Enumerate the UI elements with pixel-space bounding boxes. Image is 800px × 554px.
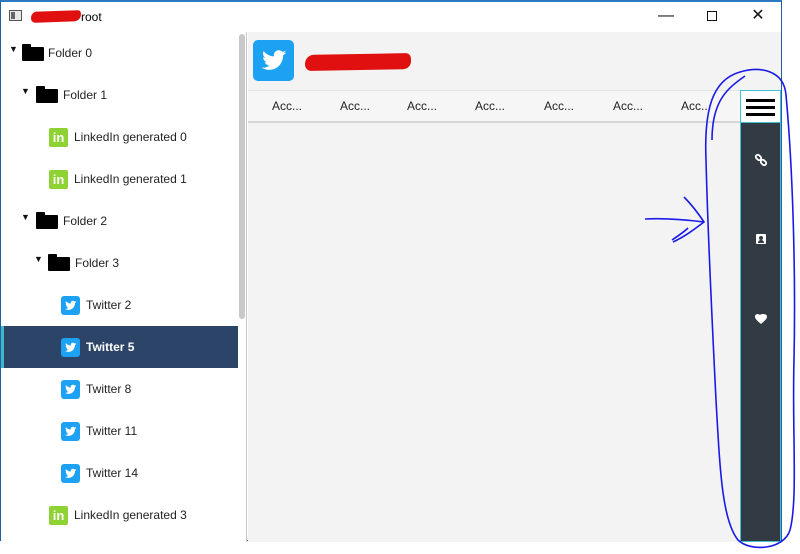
linkedin-icon: in [49,506,68,525]
twitter-icon [61,380,80,399]
close-button[interactable]: ✕ [735,2,781,31]
folder-icon [48,254,70,271]
link-icon[interactable] [751,150,771,170]
tree-item-linkedin-0[interactable]: in LinkedIn generated 0 [1,116,238,158]
folder-icon [22,44,44,61]
tree-item-twitter-2[interactable]: Twitter 2 [1,284,238,326]
account-name-redaction-scribble [304,53,412,71]
twitter-icon [61,422,80,441]
title-redaction-scribble [30,10,82,23]
twitter-logo-icon [253,40,294,81]
tree-item-folder-2[interactable]: ▼ Folder 2 [1,200,238,242]
tree-item-label: LinkedIn generated 1 [74,172,187,186]
tree-item-label: Twitter 14 [86,466,139,480]
tree-item-folder-0[interactable]: ▼ Folder 0 [1,32,238,74]
tree-item-label: Twitter 11 [86,424,138,438]
minimize-button[interactable]: — [643,2,689,31]
twitter-icon [61,296,80,315]
tree-item-label: Folder 3 [75,256,120,270]
tree-item-label: Twitter 8 [86,382,132,396]
twitter-icon [61,338,80,357]
tab-account-4[interactable]: Acc... [475,91,505,122]
tab-account-1[interactable]: Acc... [272,91,302,122]
tree-item-label: Twitter 2 [86,298,132,312]
expand-arrow-icon[interactable]: ▼ [21,212,30,222]
twitter-icon [61,464,80,483]
folder-icon [36,212,58,229]
main-panel: Acc... Acc... Acc... Acc... Acc... Acc..… [248,32,781,542]
close-icon: ✕ [751,7,765,24]
tree-item-folder-3[interactable]: ▼ Folder 3 [1,242,238,284]
tree-item-label: Folder 2 [63,214,108,228]
tree-item-label: Folder 1 [63,88,108,102]
account-header [248,32,781,90]
selection-indicator [1,326,4,368]
tab-account-5[interactable]: Acc... [544,91,574,122]
window-title: root [81,10,102,24]
folder-icon [36,86,58,103]
minimize-icon: — [658,7,674,24]
side-action-panel [740,90,781,542]
expand-arrow-icon[interactable]: ▼ [9,44,18,54]
tree-item-label: LinkedIn generated 3 [74,508,187,522]
heart-icon[interactable] [751,308,771,328]
title-bar[interactable]: root — ✕ [1,2,781,31]
tree-scrollbar[interactable] [239,34,245,319]
tab-account-2[interactable]: Acc... [340,91,370,122]
tree-item-label: LinkedIn generated 0 [74,130,187,144]
tab-account-7[interactable]: Acc... [681,91,711,122]
maximize-icon [707,10,717,21]
folder-tree[interactable]: ▼ Folder 0 ▼ Folder 1 in LinkedIn genera… [1,32,247,542]
tree-item-label: Folder 0 [48,46,93,60]
tree-item-twitter-8[interactable]: Twitter 8 [1,368,238,410]
expand-arrow-icon[interactable]: ▼ [34,254,43,264]
tree-item-twitter-14[interactable]: Twitter 14 [1,452,238,494]
tree-item-label: Twitter 5 [86,340,135,354]
expand-arrow-icon[interactable]: ▼ [21,86,30,96]
tree-item-linkedin-1[interactable]: in LinkedIn generated 1 [1,158,238,200]
tab-account-6[interactable]: Acc... [613,91,643,122]
tab-account-3[interactable]: Acc... [407,91,437,122]
linkedin-icon: in [49,128,68,147]
account-tab-bar: Acc... Acc... Acc... Acc... Acc... Acc..… [248,90,740,123]
app-window: root — ✕ ▼ Folder 0 ▼ Folder 1 in Linked… [0,0,782,542]
tree-item-linkedin-3[interactable]: in LinkedIn generated 3 [1,494,238,536]
contact-card-icon[interactable] [751,229,771,249]
linkedin-icon: in [49,170,68,189]
app-window-icon [9,10,22,21]
tree-item-twitter-11[interactable]: Twitter 11 [1,410,238,452]
hamburger-menu-icon[interactable] [741,91,780,123]
tree-item-twitter-5-selected[interactable]: Twitter 5 [1,326,238,368]
tree-item-folder-1[interactable]: ▼ Folder 1 [1,74,238,116]
maximize-button[interactable] [689,2,735,31]
